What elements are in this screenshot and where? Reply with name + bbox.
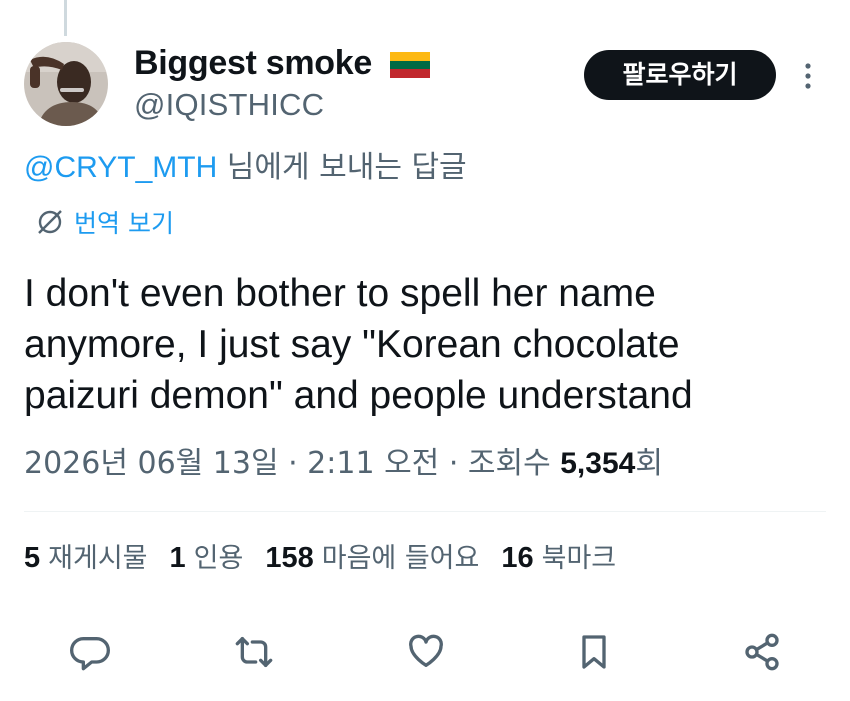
reply-icon[interactable] — [68, 630, 112, 674]
reposts-label: 재게시물 — [48, 543, 148, 574]
translate-label: 번역 보기 — [74, 209, 174, 238]
tweet-text-line: anymore, I just say "Korean chocolate — [24, 323, 680, 366]
tweet-text-line: paizuri demon" and people understand — [24, 374, 693, 417]
thread-connector-line — [64, 0, 67, 36]
reposts-count: 5 — [24, 542, 41, 574]
follow-button[interactable]: 팔로우하기 — [584, 50, 776, 100]
reposts-stat[interactable]: 5 재게시물 — [24, 538, 148, 579]
avatar[interactable] — [24, 42, 108, 126]
tweet-metadata: 2026년 06월 13일 · 2:11 오전 · 조회수 5,354회 — [24, 442, 663, 486]
lithuania-flag-icon — [390, 52, 430, 78]
tweet-text-line: I don't even bother to spell her name — [24, 272, 656, 315]
more-options-icon[interactable] — [796, 60, 820, 92]
repost-icon[interactable] — [232, 630, 276, 674]
translate-button[interactable]: 번역 보기 — [36, 204, 174, 240]
quotes-count: 1 — [169, 542, 186, 574]
translate-globe-icon — [38, 210, 62, 234]
tweet-text: I don't even bother to spell her name an… — [24, 268, 824, 421]
bookmarks-label: 북마크 — [541, 543, 617, 574]
author-handle[interactable]: @IQISTHICC — [134, 86, 324, 124]
divider — [24, 511, 826, 512]
tweet-timestamp[interactable]: 2026년 06월 13일 · 2:11 오전 · 조회수 — [24, 446, 560, 481]
engagement-stats: 5 재게시물 1 인용 158 마음에 들어요 16 북마크 — [24, 538, 616, 579]
bookmark-icon[interactable] — [572, 630, 616, 674]
view-count: 5,354 — [560, 447, 636, 480]
author-display-name[interactable]: Biggest smoke — [134, 42, 372, 84]
reply-context: @CRYT_MTH 님에게 보내는 답글 — [24, 150, 467, 186]
likes-label: 마음에 들어요 — [321, 543, 480, 574]
view-count-suffix: 회 — [635, 446, 663, 481]
likes-count: 158 — [265, 542, 314, 574]
quotes-stat[interactable]: 1 인용 — [170, 538, 244, 579]
likes-stat[interactable]: 158 마음에 들어요 — [265, 538, 479, 579]
share-icon[interactable] — [740, 630, 784, 674]
reply-mention-link[interactable]: @CRYT_MTH — [24, 151, 217, 184]
reply-context-suffix: 님에게 보내는 답글 — [217, 150, 467, 185]
bookmarks-stat[interactable]: 16 북마크 — [501, 538, 616, 579]
like-icon[interactable] — [404, 630, 448, 674]
quotes-label: 인용 — [193, 543, 244, 574]
bookmarks-count: 16 — [501, 542, 534, 574]
